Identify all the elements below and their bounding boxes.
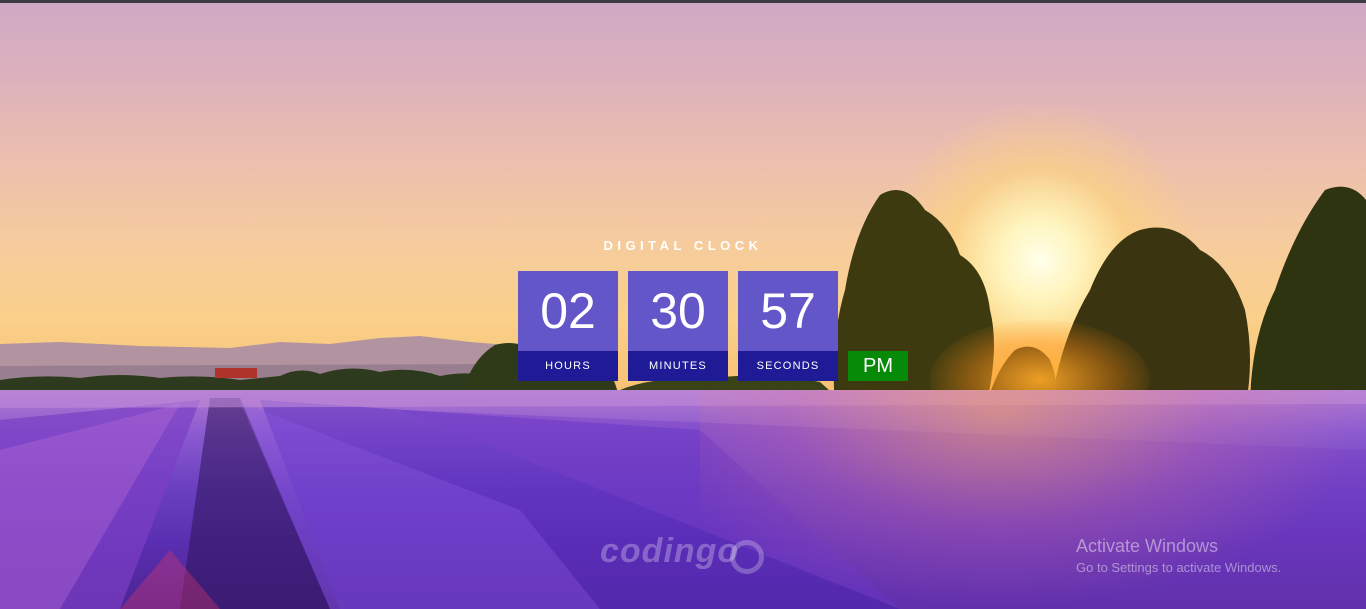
hours-unit: 02 HOURS	[518, 271, 618, 381]
top-border	[0, 0, 1366, 3]
activate-windows-notice: Activate Windows Go to Settings to activ…	[1076, 535, 1281, 577]
watermark-ring-icon	[730, 540, 764, 574]
watermark-logo: codingo	[600, 532, 740, 570]
period-badge: PM	[848, 351, 908, 381]
digital-clock: 02 HOURS 30 MINUTES 57 SECONDS PM	[518, 271, 908, 381]
minutes-value: 30	[628, 271, 728, 351]
activate-windows-subtitle: Go to Settings to activate Windows.	[1076, 560, 1282, 575]
hours-label: HOURS	[518, 351, 618, 381]
activate-windows-title: Activate Windows	[1076, 536, 1219, 556]
minutes-label: MINUTES	[628, 351, 728, 381]
hours-value: 02	[518, 271, 618, 351]
clock-title: DIGITAL CLOCK	[603, 238, 763, 253]
minutes-unit: 30 MINUTES	[628, 271, 728, 381]
seconds-unit: 57 SECONDS	[738, 271, 838, 381]
seconds-value: 57	[738, 271, 838, 351]
seconds-label: SECONDS	[738, 351, 838, 381]
